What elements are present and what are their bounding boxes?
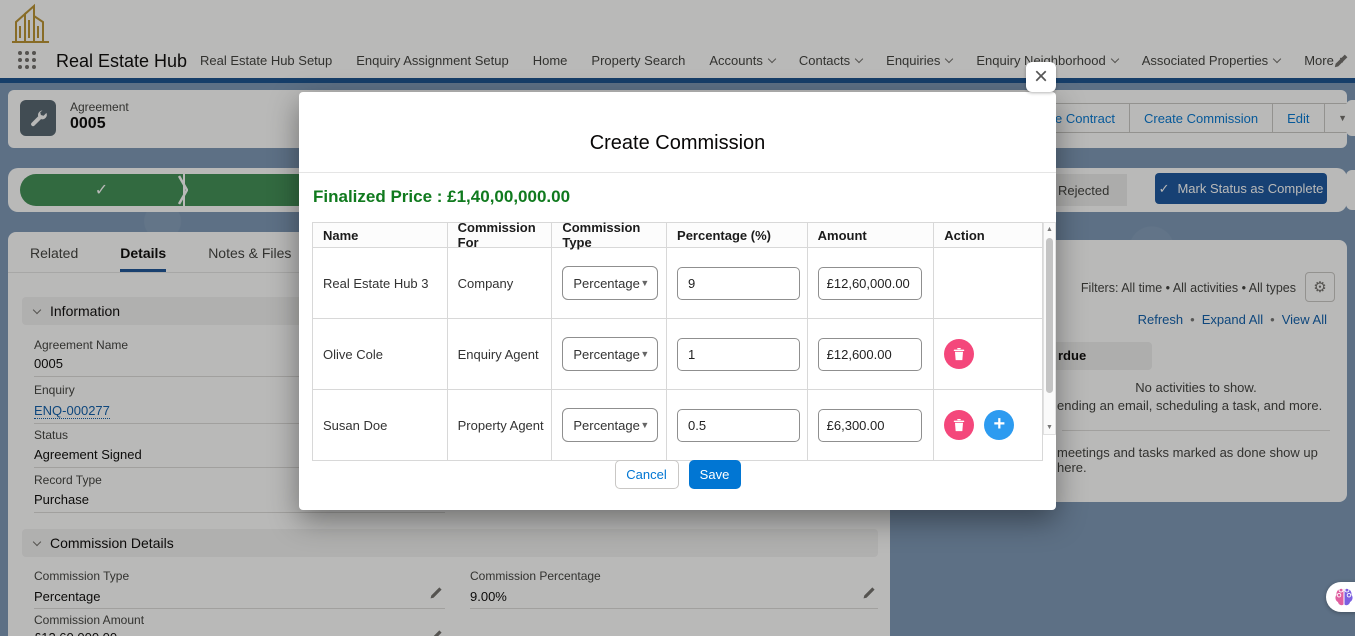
scroll-down-icon[interactable]: ▼ — [1044, 424, 1055, 431]
create-commission-modal: Create Commission Finalized Price : £1,4… — [299, 92, 1056, 510]
select-caret-icon: ▼ — [640, 420, 649, 430]
table-header-row: Name Commission For Commission Type Perc… — [312, 222, 1043, 248]
row-action-cell — [934, 248, 1042, 318]
table-row: Real Estate Hub 3 Company Percentage▼ — [312, 248, 1043, 319]
row-percentage-cell — [667, 390, 808, 460]
save-button[interactable]: Save — [689, 460, 741, 489]
percentage-input[interactable] — [677, 409, 800, 442]
row-commission-for: Property Agent — [448, 390, 553, 460]
trash-icon — [952, 347, 966, 361]
table-row: Susan Doe Property Agent Percentage▼ + — [312, 390, 1043, 461]
row-type-cell: Percentage▼ — [552, 390, 667, 460]
finalized-price: Finalized Price : £1,40,00,000.00 — [313, 187, 570, 207]
row-percentage-cell — [667, 248, 808, 318]
row-percentage-cell — [667, 319, 808, 389]
commission-table: Name Commission For Commission Type Perc… — [312, 222, 1043, 461]
scroll-up-icon[interactable]: ▲ — [1044, 226, 1055, 233]
modal-title: Create Commission — [299, 132, 1056, 155]
row-type-cell: Percentage▼ — [552, 248, 667, 318]
amount-input[interactable] — [818, 409, 922, 442]
table-row: Olive Cole Enquiry Agent Percentage▼ — [312, 319, 1043, 390]
row-name: Olive Cole — [313, 319, 448, 389]
modal-close-button[interactable]: × — [1026, 62, 1056, 92]
row-name: Susan Doe — [313, 390, 448, 460]
table-scrollbar[interactable]: ▲ ▼ — [1043, 222, 1056, 435]
row-amount-cell — [808, 319, 935, 389]
row-amount-cell — [808, 248, 935, 318]
commission-type-select[interactable]: Percentage▼ — [562, 266, 658, 300]
row-action-cell — [934, 319, 1042, 389]
header-name: Name — [313, 223, 448, 247]
row-commission-for: Company — [448, 248, 553, 318]
delete-row-button[interactable] — [944, 410, 974, 440]
modal-footer: Cancel Save — [299, 460, 1056, 489]
amount-input[interactable] — [818, 338, 922, 371]
trash-icon — [952, 418, 966, 432]
assistant-pill[interactable] — [1326, 582, 1355, 612]
header-commission-for: Commission For — [448, 223, 553, 247]
delete-row-button[interactable] — [944, 339, 974, 369]
header-commission-type: Commission Type — [552, 223, 667, 247]
add-row-button[interactable]: + — [984, 410, 1014, 440]
row-name: Real Estate Hub 3 — [313, 248, 448, 318]
header-action: Action — [934, 223, 1042, 247]
select-caret-icon: ▼ — [640, 278, 649, 288]
row-amount-cell — [808, 390, 935, 460]
cancel-button[interactable]: Cancel — [615, 460, 679, 489]
close-icon: × — [1034, 65, 1048, 89]
percentage-input[interactable] — [677, 338, 800, 371]
row-commission-for: Enquiry Agent — [448, 319, 553, 389]
header-amount: Amount — [808, 223, 935, 247]
select-caret-icon: ▼ — [640, 349, 649, 359]
commission-type-select[interactable]: Percentage▼ — [562, 408, 658, 442]
plus-icon: + — [993, 414, 1005, 434]
row-action-cell: + — [934, 390, 1042, 460]
modal-title-divider — [299, 172, 1056, 173]
header-percentage: Percentage (%) — [667, 223, 808, 247]
commission-type-select[interactable]: Percentage▼ — [562, 337, 658, 371]
percentage-input[interactable] — [677, 267, 800, 300]
row-type-cell: Percentage▼ — [552, 319, 667, 389]
amount-input[interactable] — [818, 267, 922, 300]
scrollbar-thumb[interactable] — [1046, 238, 1053, 393]
brain-icon — [1333, 587, 1355, 607]
